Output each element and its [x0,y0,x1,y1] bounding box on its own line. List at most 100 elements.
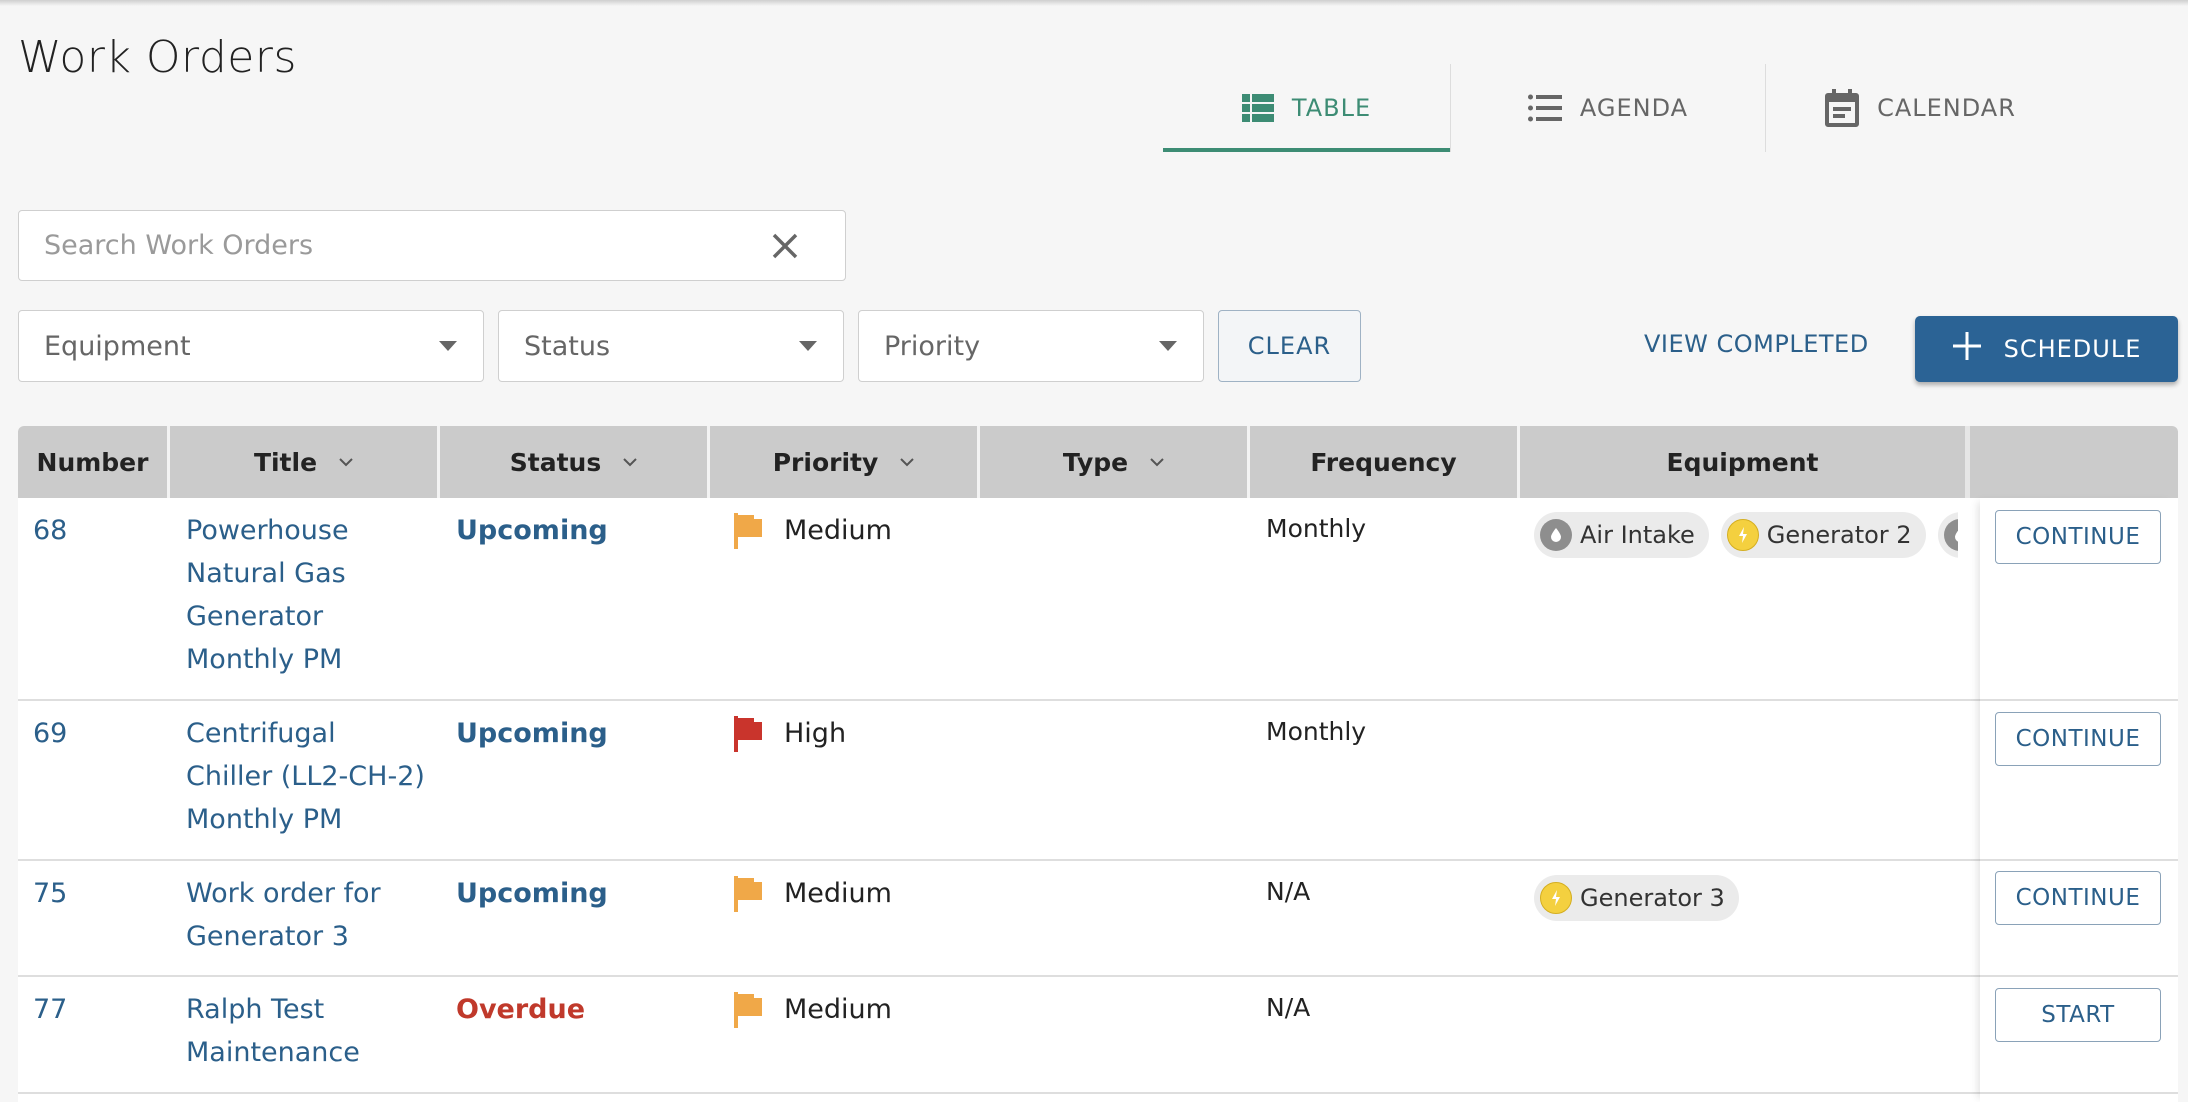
page-title: Work Orders [18,32,297,83]
droplet-icon [1943,519,1958,551]
status-badge: Upcoming [456,878,608,909]
work-order-number[interactable]: 68 [33,509,67,552]
table-row: 77 Ralph Test Maintenance Overdue Medium… [18,977,2178,1094]
schedule-button[interactable]: SCHEDULE [1915,316,2178,382]
equipment-chip-label: Air Intake [1580,520,1695,549]
frequency: Monthly [1266,514,1367,543]
work-order-number[interactable]: 77 [33,988,67,1031]
chevron-down-icon [623,458,637,467]
droplet-icon [1540,519,1572,551]
equipment-chip-label: Generator 3 [1580,883,1725,912]
priority-indicator: Medium [734,509,892,552]
top-shadow [0,0,2188,6]
chevron-down-icon [339,458,353,467]
equipment-chip[interactable]: Air Intake [1534,512,1709,558]
flag-icon [734,991,762,1028]
equipment-chip[interactable] [1937,512,1958,558]
row-divider [1980,975,2178,977]
column-header-status[interactable]: Status [440,426,710,498]
work-order-title[interactable]: Ralph Test Maintenance [186,988,426,1074]
equipment-filter[interactable]: Equipment [18,310,484,382]
status-filter[interactable]: Status [498,310,844,382]
equipment-chips: Generator 3 [1534,875,1958,921]
column-header-equipment: Equipment [1520,426,1970,498]
list-icon [1527,94,1562,122]
search-input[interactable] [19,211,755,280]
priority-label: Medium [784,515,892,546]
equipment-chips: Air Intake Generator 2 [1534,512,1958,558]
caret-down-icon [1159,341,1177,351]
status-badge: Upcoming [456,718,608,749]
column-label: Number [36,447,149,477]
continue-button[interactable]: CONTINUE [1995,510,2161,564]
tab-table-label: TABLE [1291,94,1372,122]
plus-icon [1952,331,1982,367]
column-label: Equipment [1666,447,1819,477]
frequency: N/A [1266,993,1311,1022]
tab-agenda[interactable]: AGENDA [1450,64,1765,152]
lightning-icon [1726,519,1759,551]
priority-filter-label: Priority [884,330,981,362]
column-header-type[interactable]: Type [980,426,1250,498]
view-tabs: TABLE AGENDA CALENDAR [1163,64,2075,152]
status-badge: Overdue [456,994,586,1025]
close-icon[interactable] [755,216,815,276]
start-button[interactable]: START [1995,988,2161,1042]
priority-label: Medium [784,994,892,1025]
work-order-title[interactable]: Powerhouse Natural Gas Generator Monthly… [186,509,426,681]
view-completed-link[interactable]: VIEW COMPLETED [1644,330,1869,358]
priority-indicator: Medium [734,988,892,1031]
priority-label: Medium [784,878,892,909]
row-divider [1980,1092,2178,1094]
table-row: 68 Powerhouse Natural Gas Generator Mont… [18,498,2178,701]
equipment-chip-label: Generator 2 [1766,520,1912,549]
schedule-button-label: SCHEDULE [2003,335,2142,363]
priority-indicator: Medium [734,872,892,915]
continue-button[interactable]: CONTINUE [1995,871,2161,925]
frequency: Monthly [1266,717,1367,746]
work-order-title[interactable]: Work order for Generator 3 [186,872,426,958]
priority-filter[interactable]: Priority [858,310,1204,382]
work-order-title[interactable]: Centrifugal Chiller (LL2-CH-2) Monthly P… [186,712,426,841]
work-order-number[interactable]: 75 [33,872,67,915]
table-row: 75 Work order for Generator 3 Upcoming M… [18,861,2178,977]
column-label: Status [509,447,602,477]
clear-filters-button[interactable]: CLEAR [1218,310,1361,382]
search-box [18,210,846,281]
priority-indicator: High [734,712,846,755]
column-header-title[interactable]: Title [170,426,440,498]
column-label: Title [253,447,318,477]
actions-column: CONTINUE CONTINUE CONTINUE START [1980,498,2178,1102]
table-row: 69 Centrifugal Chiller (LL2-CH-2) Monthl… [18,701,2178,861]
column-label: Type [1062,447,1129,477]
caret-down-icon [439,341,457,351]
work-order-number[interactable]: 69 [33,712,67,755]
column-label: Priority [772,447,879,477]
tab-calendar-label: CALENDAR [1877,94,2016,122]
chevron-down-icon [1150,458,1164,467]
work-orders-table: Number Title Status Priority Type Freque… [18,426,2178,1102]
status-badge: Upcoming [456,515,608,546]
tab-calendar[interactable]: CALENDAR [1765,64,2075,152]
equipment-filter-label: Equipment [44,330,191,362]
table-icon [1241,94,1274,122]
caret-down-icon [799,341,817,351]
column-header-priority[interactable]: Priority [710,426,980,498]
chevron-down-icon [900,458,914,467]
column-label: Frequency [1310,447,1457,477]
row-divider [1980,859,2178,861]
column-header-frequency: Frequency [1250,426,1520,498]
flag-icon [734,715,762,752]
frequency: N/A [1266,877,1311,906]
tab-agenda-label: AGENDA [1579,94,1689,122]
row-divider [1980,699,2178,701]
table-header: Number Title Status Priority Type Freque… [18,426,2178,498]
column-header-actions [1970,426,2178,498]
equipment-chip[interactable]: Generator 3 [1534,875,1739,921]
status-filter-label: Status [524,330,611,362]
column-header-number: Number [18,426,170,498]
flag-icon [734,512,762,549]
equipment-chip[interactable]: Generator 2 [1720,512,1926,558]
continue-button[interactable]: CONTINUE [1995,712,2161,766]
tab-table[interactable]: TABLE [1163,64,1450,152]
